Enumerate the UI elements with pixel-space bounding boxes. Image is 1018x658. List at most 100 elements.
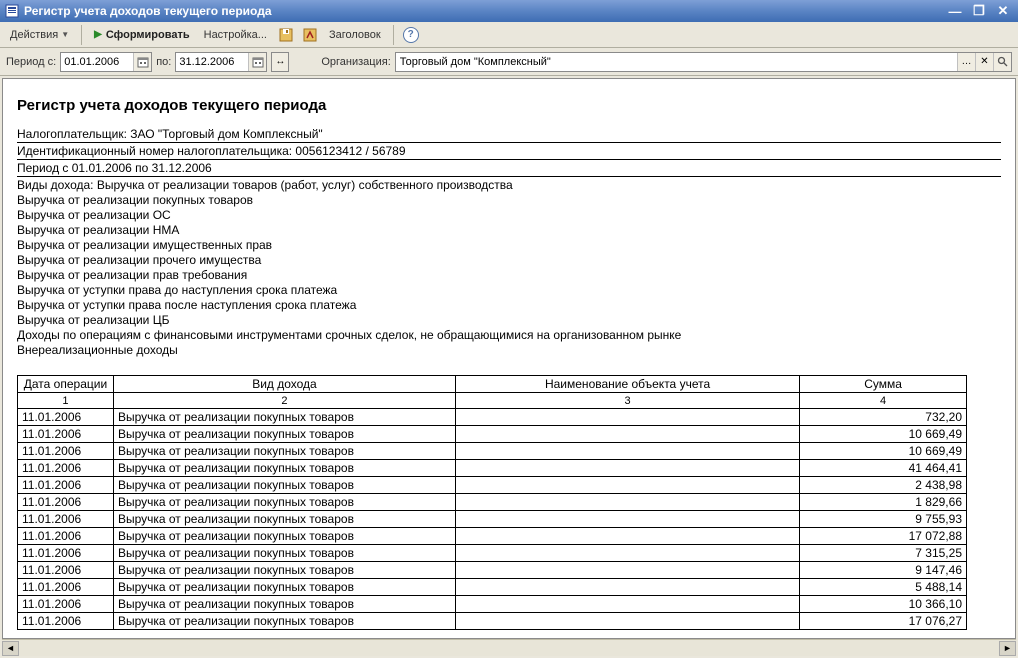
income-type-line: Выручка от реализации прав требования <box>17 267 1001 282</box>
horizontal-scrollbar[interactable]: ◄ ► <box>2 639 1016 656</box>
generate-button[interactable]: ▶ Сформировать <box>88 24 196 46</box>
cell-sum: 1 829,66 <box>800 494 967 511</box>
cell-date: 11.01.2006 <box>18 528 114 545</box>
minimize-button[interactable]: ― <box>944 2 966 20</box>
help-button[interactable]: ? <box>400 24 422 46</box>
period-range-button[interactable]: ↔ <box>271 52 289 72</box>
table-row[interactable]: 11.01.2006Выручка от реализации покупных… <box>18 511 967 528</box>
table-row[interactable]: 11.01.2006Выручка от реализации покупных… <box>18 494 967 511</box>
income-type-line: Выручка от реализации прочего имущества <box>17 252 1001 267</box>
cell-object <box>455 443 799 460</box>
col-object-header: Наименование объекта учета <box>455 376 799 393</box>
cell-sum: 2 438,98 <box>800 477 967 494</box>
org-label: Организация: <box>321 56 390 68</box>
report-title: Регистр учета доходов текущего периода <box>17 97 1001 114</box>
separator <box>81 25 82 45</box>
cell-object <box>455 494 799 511</box>
table-row[interactable]: 11.01.2006Выручка от реализации покупных… <box>18 579 967 596</box>
table-row[interactable]: 11.01.2006Выручка от реализации покупных… <box>18 545 967 562</box>
income-type-line: Выручка от уступки права до наступления … <box>17 282 1001 297</box>
close-button[interactable]: ✕ <box>992 2 1014 20</box>
income-type-line: Выручка от реализации ЦБ <box>17 312 1001 327</box>
cell-sum: 732,20 <box>800 409 967 426</box>
org-clear-button[interactable]: ✕ <box>975 53 993 71</box>
cell-object <box>455 511 799 528</box>
cell-object <box>455 613 799 630</box>
restore-settings-icon[interactable] <box>299 24 321 46</box>
cell-sum: 10 669,49 <box>800 443 967 460</box>
income-type-line: Доходы по операциям с финансовыми инстру… <box>17 327 1001 342</box>
cell-date: 11.01.2006 <box>18 545 114 562</box>
scroll-track[interactable] <box>19 641 999 656</box>
help-icon: ? <box>403 27 419 43</box>
cell-sum: 5 488,14 <box>800 579 967 596</box>
separator <box>393 25 394 45</box>
inn-line: Идентификационный номер налогоплательщик… <box>17 143 1001 160</box>
cell-type: Выручка от реализации покупных товаров <box>113 443 455 460</box>
period-from-input[interactable] <box>61 53 133 71</box>
table-row[interactable]: 11.01.2006Выручка от реализации покупных… <box>18 562 967 579</box>
titlebar: Регистр учета доходов текущего периода ―… <box>0 0 1018 22</box>
cell-type: Выручка от реализации покупных товаров <box>113 409 455 426</box>
scroll-right-button[interactable]: ► <box>999 641 1016 656</box>
cell-date: 11.01.2006 <box>18 409 114 426</box>
actions-menu[interactable]: Действия ▼ <box>4 24 75 46</box>
settings-button[interactable]: Настройка... <box>198 24 273 46</box>
cell-sum: 17 076,27 <box>800 613 967 630</box>
cell-sum: 9 755,93 <box>800 511 967 528</box>
actions-label: Действия <box>10 29 58 41</box>
cell-sum: 10 366,10 <box>800 596 967 613</box>
table-row[interactable]: 11.01.2006Выручка от реализации покупных… <box>18 443 967 460</box>
period-from-label: Период с: <box>6 56 56 68</box>
org-search-button[interactable] <box>993 53 1011 71</box>
org-input[interactable] <box>396 53 957 71</box>
table-row[interactable]: 11.01.2006Выручка от реализации покупных… <box>18 460 967 477</box>
cell-sum: 7 315,25 <box>800 545 967 562</box>
income-type-line: Выручка от реализации НМА <box>17 222 1001 237</box>
maximize-button[interactable]: ❐ <box>968 2 990 20</box>
report-document: Регистр учета доходов текущего периода Н… <box>2 78 1016 639</box>
cell-sum: 41 464,41 <box>800 460 967 477</box>
cell-date: 11.01.2006 <box>18 511 114 528</box>
cell-object <box>455 409 799 426</box>
period-to-field[interactable] <box>175 52 267 72</box>
table-row[interactable]: 11.01.2006Выручка от реализации покупных… <box>18 426 967 443</box>
col-date-header: Дата операции <box>18 376 114 393</box>
chevron-down-icon: ▼ <box>61 30 69 39</box>
save-settings-icon[interactable] <box>275 24 297 46</box>
cell-object <box>455 579 799 596</box>
scroll-left-button[interactable]: ◄ <box>2 641 19 656</box>
table-row[interactable]: 11.01.2006Выручка от реализации покупных… <box>18 409 967 426</box>
cell-type: Выручка от реализации покупных товаров <box>113 613 455 630</box>
cell-date: 11.01.2006 <box>18 494 114 511</box>
table-row[interactable]: 11.01.2006Выручка от реализации покупных… <box>18 613 967 630</box>
org-ellipsis-button[interactable]: … <box>957 53 975 71</box>
period-from-field[interactable] <box>60 52 152 72</box>
cell-type: Выручка от реализации покупных товаров <box>113 494 455 511</box>
header-button[interactable]: Заголовок <box>323 24 387 46</box>
col-sum-header: Сумма <box>800 376 967 393</box>
cell-type: Выручка от реализации покупных товаров <box>113 426 455 443</box>
income-type-line: Выручка от реализации покупных товаров <box>17 192 1001 207</box>
report-container: Регистр учета доходов текущего периода Н… <box>0 76 1018 658</box>
table-row[interactable]: 11.01.2006Выручка от реализации покупных… <box>18 528 967 545</box>
cell-type: Выручка от реализации покупных товаров <box>113 579 455 596</box>
cell-date: 11.01.2006 <box>18 579 114 596</box>
cell-object <box>455 477 799 494</box>
cell-date: 11.01.2006 <box>18 613 114 630</box>
cell-date: 11.01.2006 <box>18 426 114 443</box>
generate-label: Сформировать <box>106 29 190 41</box>
table-row[interactable]: 11.01.2006Выручка от реализации покупных… <box>18 477 967 494</box>
income-type-line: Выручка от уступки права после наступлен… <box>17 297 1001 312</box>
table-row[interactable]: 11.01.2006Выручка от реализации покупных… <box>18 596 967 613</box>
cell-date: 11.01.2006 <box>18 460 114 477</box>
org-field[interactable]: … ✕ <box>395 52 1012 72</box>
period-to-input[interactable] <box>176 53 248 71</box>
cell-type: Выручка от реализации покупных товаров <box>113 460 455 477</box>
calendar-icon[interactable] <box>248 53 266 71</box>
cell-object <box>455 528 799 545</box>
header-label: Заголовок <box>329 29 381 41</box>
calendar-icon[interactable] <box>133 53 151 71</box>
cell-date: 11.01.2006 <box>18 562 114 579</box>
taxpayer-line: Налогоплательщик: ЗАО "Торговый дом Комп… <box>17 126 1001 143</box>
